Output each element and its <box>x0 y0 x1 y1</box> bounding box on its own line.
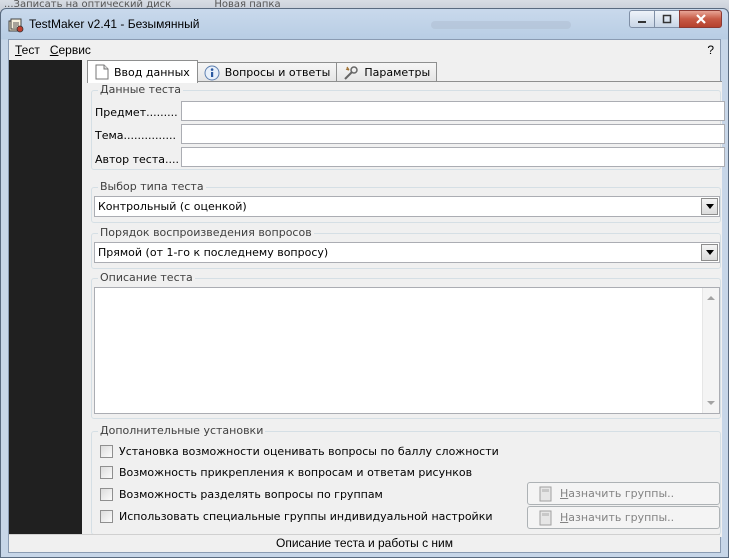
tab-page-data-input: Данные теста Предмет......... Тема......… <box>87 81 725 537</box>
document-icon <box>95 64 109 80</box>
test-type-select[interactable]: Контрольный (с оценкой) <box>94 196 720 217</box>
menu-bar: Тест Сервис ? <box>9 40 720 60</box>
topic-label: Тема............... <box>95 129 176 142</box>
group-question-order: Порядок воспроизведения вопросов Прямой … <box>91 226 721 269</box>
author-label: Автор теста.... <box>95 153 179 166</box>
test-type-dropdown-button[interactable] <box>701 198 718 215</box>
groups-document-icon <box>539 510 552 526</box>
close-icon <box>695 14 706 24</box>
topic-input[interactable] <box>181 124 725 144</box>
group-test-description: Описание теста <box>91 271 721 419</box>
assign-groups-button-1[interactable]: Назначить группы.. <box>527 482 720 505</box>
scroll-down-icon[interactable] <box>707 401 715 405</box>
chevron-down-icon <box>705 204 714 209</box>
menu-test-mnemonic: Т <box>15 43 22 57</box>
option-special-groups-label: Использовать специальные группы индивиду… <box>119 510 493 523</box>
assign-groups-mnemonic: Н <box>560 487 569 500</box>
group-test-type: Выбор типа теста Контрольный (с оценкой) <box>91 180 721 223</box>
status-bar: Описание теста и работы с ним <box>9 534 720 552</box>
tab-parameters-label: Параметры <box>364 66 431 79</box>
minimize-icon <box>638 21 646 23</box>
question-order-select[interactable]: Прямой (от 1-го к последнему вопросу) <box>94 242 720 263</box>
question-order-value: Прямой (от 1-го к последнему вопросу) <box>98 246 329 259</box>
tab-data-input[interactable]: Ввод данных <box>87 60 198 83</box>
author-input[interactable] <box>181 147 725 167</box>
subject-input[interactable] <box>181 101 725 121</box>
scroll-up-icon[interactable] <box>707 296 715 300</box>
chevron-down-icon <box>705 250 714 255</box>
option-attach-images[interactable]: Возможность прикрепления к вопросам и от… <box>100 466 472 479</box>
menu-test[interactable]: Тест <box>11 43 44 57</box>
option-special-groups[interactable]: Использовать специальные группы индивиду… <box>100 510 492 523</box>
window-title: TestMaker v2.41 - Безымянный <box>29 17 200 31</box>
checkbox[interactable] <box>100 445 113 458</box>
checkbox[interactable] <box>100 510 113 523</box>
subject-label: Предмет......... <box>95 106 178 119</box>
left-panel <box>9 60 82 535</box>
maximize-button[interactable] <box>654 10 680 28</box>
tab-questions-answers-label: Вопросы и ответы <box>224 66 331 79</box>
test-type-value: Контрольный (с оценкой) <box>98 200 247 213</box>
description-scrollbar[interactable] <box>702 288 719 413</box>
group-test-type-legend: Выбор типа теста <box>98 180 206 193</box>
option-split-groups-label: Возможность разделять вопросы по группам <box>119 488 383 501</box>
group-additional-settings: Дополнительные установки Установка возмо… <box>91 424 721 535</box>
option-attach-images-label: Возможность прикрепления к вопросам и от… <box>119 466 473 479</box>
title-decoration <box>431 21 571 29</box>
minimize-button[interactable] <box>629 10 655 28</box>
question-order-dropdown-button[interactable] <box>701 244 718 261</box>
info-icon <box>204 65 220 80</box>
client-area: Тест Сервис ? Ввод данных Вопросы и отве… <box>8 39 725 553</box>
group-test-description-legend: Описание теста <box>98 271 195 284</box>
maximize-icon <box>662 14 672 24</box>
menu-test-label: ест <box>21 43 40 57</box>
checkbox[interactable] <box>100 466 113 479</box>
close-button[interactable] <box>679 10 722 28</box>
checkbox[interactable] <box>100 488 113 501</box>
assign-groups-label: азначить группы.. <box>568 487 675 500</box>
settings-tool-icon <box>344 65 359 80</box>
option-difficulty-score-label: Установка возможности оценивать вопросы … <box>119 445 499 458</box>
option-difficulty-score[interactable]: Установка возможности оценивать вопросы … <box>100 445 499 458</box>
group-question-order-legend: Порядок воспроизведения вопросов <box>98 226 314 239</box>
menu-service-mnemonic: С <box>49 43 59 57</box>
assign-groups-label: азначить группы.. <box>568 511 675 524</box>
group-additional-settings-legend: Дополнительные установки <box>98 424 266 437</box>
app-icon <box>8 17 24 33</box>
tab-parameters[interactable]: Параметры <box>336 62 438 82</box>
groups-document-icon <box>539 486 552 502</box>
assign-groups-mnemonic: Н <box>560 511 569 524</box>
option-split-groups[interactable]: Возможность разделять вопросы по группам <box>100 488 383 501</box>
tab-data-input-label: Ввод данных <box>114 65 190 79</box>
description-textarea[interactable] <box>94 287 720 414</box>
menu-service[interactable]: Сервис <box>46 43 95 57</box>
assign-groups-button-2[interactable]: Назначить группы.. <box>527 506 720 529</box>
main-window: TestMaker v2.41 - Безымянный Тест Сервис… <box>0 8 729 558</box>
menu-help[interactable]: ? <box>707 43 714 57</box>
status-text: Описание теста и работы с ним <box>276 536 453 550</box>
tab-questions-answers[interactable]: Вопросы и ответы <box>196 62 338 82</box>
tab-strip: Ввод данных Вопросы и ответы Параметры <box>87 60 438 83</box>
group-test-data: Данные теста Предмет......... Тема......… <box>91 83 725 170</box>
group-test-data-legend: Данные теста <box>98 83 184 96</box>
menu-service-label: ервис <box>58 43 91 57</box>
title-bar[interactable]: TestMaker v2.41 - Безымянный <box>1 9 728 39</box>
